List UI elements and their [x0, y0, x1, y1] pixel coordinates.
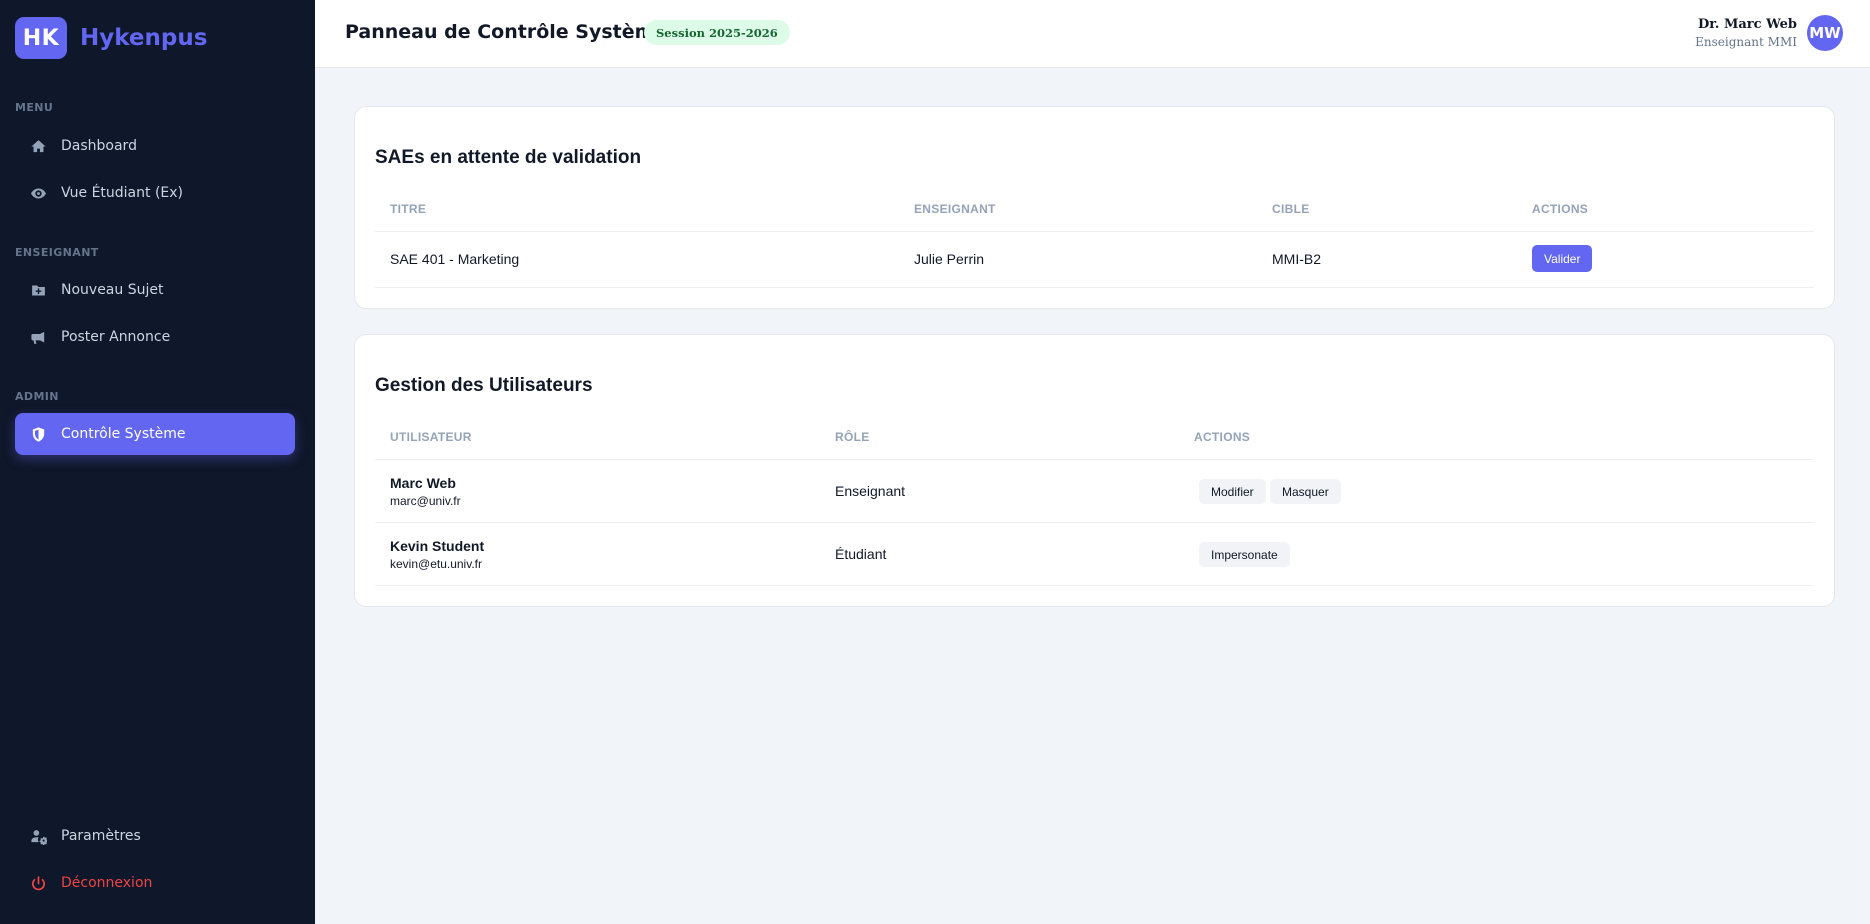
- brand[interactable]: HK Hykenpus: [15, 17, 207, 59]
- column-header-user: UTILISATEUR: [390, 430, 472, 444]
- user-management-title: Gestion des Utilisateurs: [375, 375, 593, 396]
- user-info[interactable]: Dr. Marc Web Enseignant MMI: [1695, 17, 1797, 49]
- avatar[interactable]: MW: [1807, 15, 1843, 51]
- edit-user-button[interactable]: Modifier: [1199, 479, 1266, 504]
- table-divider: [375, 287, 1814, 288]
- column-header-actions: ACTIONS: [1532, 202, 1589, 216]
- table-divider: [375, 231, 1814, 232]
- user-row-email: marc@univ.fr: [390, 494, 461, 508]
- eye-icon: [29, 184, 47, 202]
- sidebar-item-post-announcement[interactable]: Poster Annonce: [15, 316, 295, 358]
- sidebar-item-label: Poster Annonce: [61, 329, 171, 345]
- user-role: Enseignant MMI: [1695, 35, 1797, 49]
- brand-name: Hykenpus: [80, 25, 208, 51]
- hide-user-button[interactable]: Masquer: [1270, 479, 1341, 504]
- pending-row-title: SAE 401 - Marketing: [390, 251, 520, 267]
- session-badge: Session 2025-2026: [644, 20, 790, 45]
- user-management-card: Gestion des Utilisateurs UTILISATEUR RÔL…: [354, 334, 1835, 607]
- user-row-role: Enseignant: [835, 483, 906, 499]
- table-divider: [375, 585, 1814, 586]
- sidebar-item-student-view[interactable]: Vue Étudiant (Ex): [15, 172, 295, 214]
- column-header-role: RÔLE: [835, 430, 870, 444]
- sidebar-item-system-control[interactable]: Contrôle Système: [15, 413, 295, 455]
- section-label-teacher: ENSEIGNANT: [15, 246, 99, 259]
- pending-row-teacher: Julie Perrin: [914, 251, 985, 267]
- table-divider: [375, 522, 1814, 523]
- user-row-email: kevin@etu.univ.fr: [390, 557, 482, 571]
- folder-plus-icon: [29, 281, 47, 299]
- column-header-teacher: ENSEIGNANT: [914, 202, 996, 216]
- sidebar-item-label: Déconnexion: [61, 875, 153, 891]
- section-label-menu: MENU: [15, 101, 54, 114]
- sidebar: HK Hykenpus MENU Dashboard Vue Étudiant …: [0, 0, 315, 924]
- power-icon: [29, 874, 47, 892]
- sidebar-item-logout[interactable]: Déconnexion: [15, 862, 295, 904]
- sidebar-item-settings[interactable]: Paramètres: [15, 815, 295, 857]
- brand-logo: HK: [15, 17, 67, 59]
- sidebar-item-label: Dashboard: [61, 138, 137, 154]
- impersonate-button[interactable]: Impersonate: [1199, 542, 1290, 567]
- sidebar-item-label: Contrôle Système: [61, 426, 186, 442]
- sidebar-item-dashboard[interactable]: Dashboard: [15, 125, 295, 167]
- user-name: Dr. Marc Web: [1698, 17, 1797, 32]
- pending-row-target: MMI-B2: [1272, 251, 1321, 267]
- sidebar-item-label: Nouveau Sujet: [61, 282, 164, 298]
- sidebar-item-label: Vue Étudiant (Ex): [61, 185, 183, 201]
- user-gear-icon: [29, 827, 47, 845]
- column-header-title: TITRE: [390, 202, 427, 216]
- home-icon: [29, 137, 47, 155]
- shield-icon: [29, 425, 47, 443]
- section-label-admin: ADMIN: [15, 390, 59, 403]
- sidebar-item-new-subject[interactable]: Nouveau Sujet: [15, 269, 295, 311]
- table-divider: [375, 459, 1814, 460]
- user-row-name: Kevin Student: [390, 538, 485, 554]
- pending-saes-card: SAEs en attente de validation TITRE ENSE…: [354, 106, 1835, 309]
- sidebar-item-label: Paramètres: [61, 828, 141, 844]
- column-header-target: CIBLE: [1272, 202, 1310, 216]
- page-title: Panneau de Contrôle Système: [345, 21, 668, 43]
- user-row-name: Marc Web: [390, 475, 456, 491]
- user-row-role: Étudiant: [835, 546, 887, 562]
- megaphone-icon: [29, 328, 47, 346]
- column-header-actions: ACTIONS: [1194, 430, 1251, 444]
- top-header: Panneau de Contrôle Système Session 2025…: [315, 0, 1870, 68]
- validate-button[interactable]: Valider: [1532, 245, 1593, 272]
- pending-saes-title: SAEs en attente de validation: [375, 147, 642, 168]
